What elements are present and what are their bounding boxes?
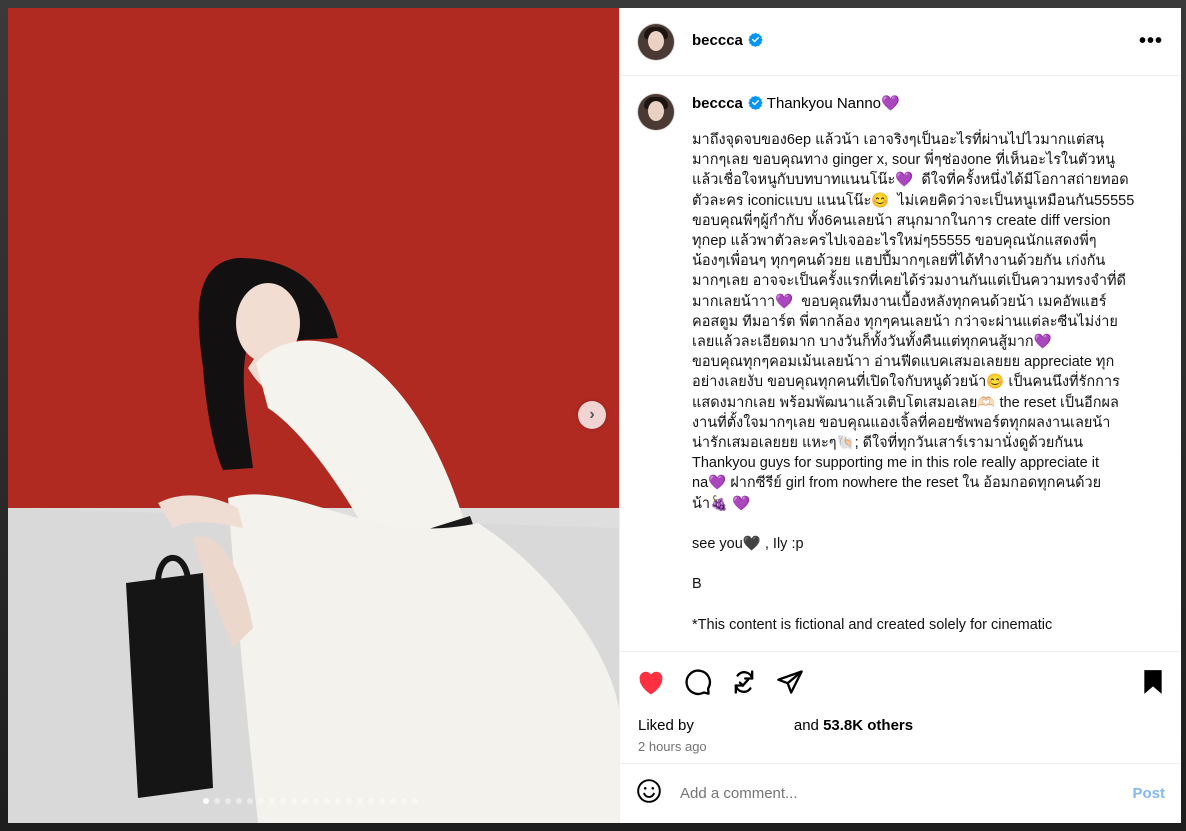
- emoji-smile-icon[interactable]: [636, 778, 662, 809]
- carousel-dot: [247, 798, 253, 804]
- caption-text: มาถึงจุดจบของ6ep แล้วน้า เอาจริงๆเป็นอะไ…: [692, 132, 1135, 633]
- caption-first-line: beccca Thankyou Nanno💜: [692, 94, 1163, 116]
- carousel-dot: [302, 798, 308, 804]
- verified-badge-icon: [748, 32, 763, 51]
- username-link[interactable]: beccca: [692, 32, 763, 51]
- heart-icon[interactable]: [636, 668, 666, 696]
- carousel-dot: [412, 798, 418, 804]
- post-media: ›: [8, 8, 619, 823]
- carousel-dot: [379, 798, 385, 804]
- add-comment-bar: Post: [620, 763, 1181, 823]
- post-photo: [8, 8, 619, 823]
- carousel-dot: [236, 798, 242, 804]
- verified-badge-icon: [748, 95, 763, 116]
- bookmark-icon[interactable]: [1141, 669, 1165, 695]
- carousel-dot: [390, 798, 396, 804]
- carousel-dot: [401, 798, 407, 804]
- carousel-dot: [258, 798, 264, 804]
- carousel-dot: [291, 798, 297, 804]
- post-timestamp[interactable]: 2 hours ago: [620, 739, 1181, 763]
- carousel-dot: [313, 798, 319, 804]
- post-modal: › beccca ••• beccca Thankyou Nanno💜 มาถึ…: [8, 8, 1181, 823]
- carousel-dot: [214, 798, 220, 804]
- carousel-dot: [269, 798, 275, 804]
- avatar[interactable]: [638, 94, 674, 130]
- likes-summary: Liked by and 53.8K others: [620, 711, 1181, 739]
- carousel-dot: [368, 798, 374, 804]
- carousel-dot: [357, 798, 363, 804]
- more-options-icon[interactable]: •••: [1139, 30, 1163, 53]
- repost-icon[interactable]: [730, 668, 758, 696]
- comment-bubble-icon[interactable]: [684, 668, 712, 696]
- caption-area: beccca Thankyou Nanno💜 มาถึงจุดจบของ6ep …: [620, 76, 1181, 651]
- action-bar: [620, 651, 1181, 711]
- avatar[interactable]: [638, 23, 674, 60]
- carousel-dot: [280, 798, 286, 804]
- caption-comment: beccca Thankyou Nanno💜 มาถึงจุดจบของ6ep …: [638, 94, 1163, 635]
- post-comment-button[interactable]: Post: [1132, 785, 1165, 802]
- carousel-dot: [225, 798, 231, 804]
- post-sidebar: beccca ••• beccca Thankyou Nanno💜 มาถึงจ…: [619, 8, 1181, 823]
- caption-username[interactable]: beccca: [692, 95, 743, 112]
- comment-input[interactable]: [678, 784, 1133, 803]
- likes-and-label: and: [793, 716, 819, 734]
- paper-plane-icon[interactable]: [776, 668, 804, 696]
- carousel-dot: [324, 798, 330, 804]
- carousel-dot: [335, 798, 341, 804]
- carousel-dots: [203, 798, 418, 804]
- caption-title: Thankyou Nanno💜: [766, 95, 900, 112]
- caption-body: beccca Thankyou Nanno💜 มาถึงจุดจบของ6ep …: [692, 94, 1163, 635]
- liked-by-label: Liked by: [638, 716, 694, 734]
- likes-count-link[interactable]: 53.8K others: [823, 717, 913, 734]
- next-slide-button[interactable]: ›: [578, 401, 606, 429]
- carousel-dot: [346, 798, 352, 804]
- carousel-dot: [203, 798, 209, 804]
- post-header: beccca •••: [620, 8, 1181, 76]
